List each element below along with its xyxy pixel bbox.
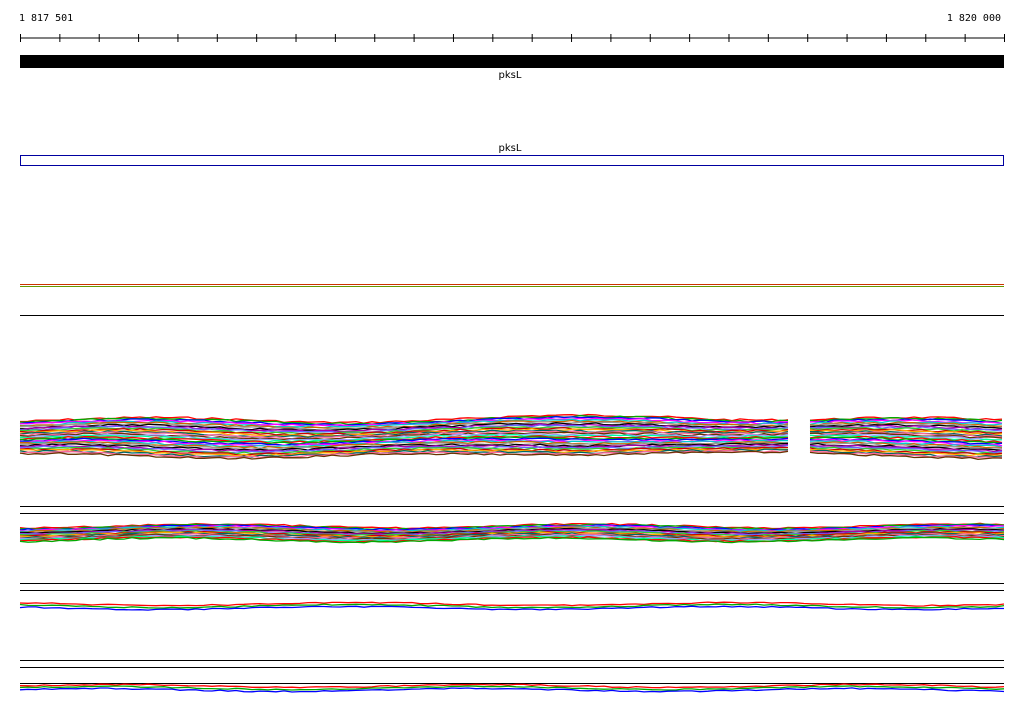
gene-feature-bar[interactable] (20, 55, 1004, 68)
ruler (20, 34, 1005, 42)
coverage-track-2 (19, 522, 1005, 544)
coverage-track-multi (19, 413, 1003, 460)
genome-browser-view: 1 817 501 1 820 000 pksL pksL (0, 0, 1024, 714)
coverage-line (19, 687, 1005, 693)
coverage-track-3 (19, 601, 1005, 611)
cds-feature-box[interactable] (20, 155, 1004, 166)
coverage-line (19, 601, 1005, 607)
summary-track (20, 284, 1004, 316)
tracks-canvas (19, 34, 1005, 693)
coverage-track-4 (19, 683, 1005, 693)
